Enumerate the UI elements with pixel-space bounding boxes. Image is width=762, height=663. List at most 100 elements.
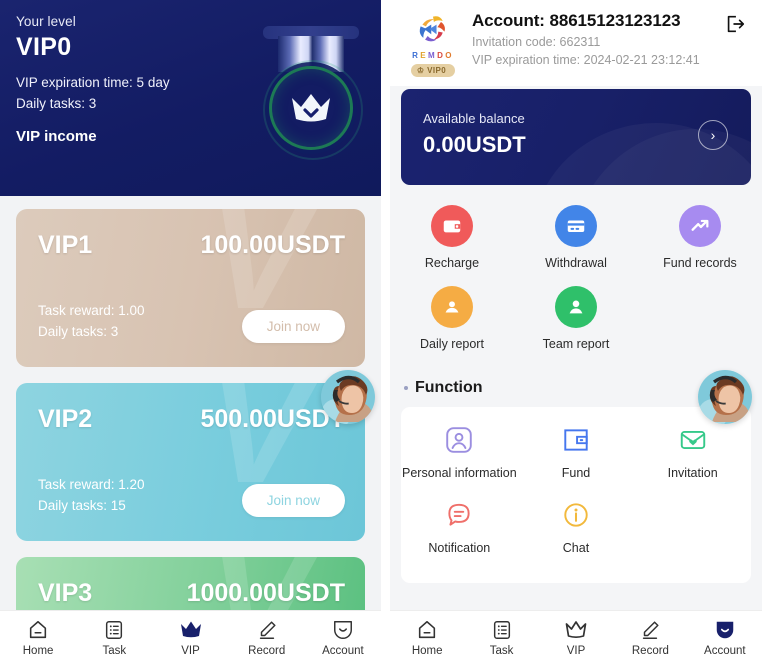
pen-record-icon xyxy=(229,618,305,642)
sidebar-item-label: Home xyxy=(411,644,443,657)
bank-card-icon xyxy=(554,205,597,247)
join-now-button[interactable]: Join now xyxy=(241,310,345,343)
customer-service-avatar[interactable] xyxy=(321,370,375,424)
remdo-swoosh-logo-icon xyxy=(419,16,445,42)
mail-heart-icon xyxy=(634,423,751,457)
wallet-outline-icon xyxy=(518,423,635,457)
function-grid: Personal information Fund Invitation Not… xyxy=(401,423,751,573)
sidebar-item-record[interactable]: Record xyxy=(613,618,687,657)
inbox-person-icon xyxy=(430,286,473,328)
vip-card-tasks: Daily tasks: 3 xyxy=(38,324,119,340)
quick-action-withdrawal[interactable]: Withdrawal xyxy=(514,205,638,270)
crown-badge-icon: ♔ xyxy=(416,66,425,75)
home-icon xyxy=(0,618,76,642)
sidebar-item-vip[interactable]: VIP xyxy=(539,618,613,657)
vip-card-name: VIP1 xyxy=(38,231,93,259)
sidebar-item-home[interactable]: Home xyxy=(390,618,464,657)
function-item-chat[interactable]: Chat xyxy=(518,498,635,557)
sidebar-item-account[interactable]: Account xyxy=(688,618,762,657)
function-item-label: Personal information xyxy=(402,466,517,480)
sidebar-item-home[interactable]: Home xyxy=(0,618,76,657)
brand-block: REMDO ♔ VIP0 xyxy=(402,9,464,78)
function-item-personal-information[interactable]: Personal information xyxy=(401,423,518,482)
status-badge: ♔ VIP0 xyxy=(410,64,456,77)
crown-icon xyxy=(539,618,613,642)
vip-card-price: 1000.00USDT xyxy=(186,579,345,607)
bullet-dot-icon xyxy=(404,386,408,390)
account-icon xyxy=(688,618,762,642)
quick-action-label: Fund records xyxy=(663,256,737,270)
invitation-code-text: Invitation code: 662311 xyxy=(472,35,601,49)
sidebar-item-vip[interactable]: VIP xyxy=(152,618,228,657)
sidebar-item-label: Account xyxy=(704,644,746,657)
bottom-nav-right: Home Task VIP Record Account xyxy=(390,610,762,663)
bottom-nav-left: Home Task VIP Record Account xyxy=(0,610,381,663)
customer-service-avatar[interactable] xyxy=(698,370,752,424)
available-balance-card[interactable]: Available balance 0.00USDT › xyxy=(401,89,751,185)
join-now-button[interactable]: Join now xyxy=(241,484,345,517)
vip-card-reward: Task reward: 1.00 xyxy=(38,303,145,319)
quick-action-label: Team report xyxy=(542,337,610,351)
quick-action-label: Withdrawal xyxy=(545,256,607,270)
page-title: Account: 88615123123123 xyxy=(472,11,681,30)
function-item-invitation[interactable]: Invitation xyxy=(634,423,751,482)
quick-action-label: Daily report xyxy=(420,337,484,351)
function-item-label: Invitation xyxy=(667,466,718,480)
sidebar-item-label: Task xyxy=(102,644,127,657)
vip-card-reward: Task reward: 1.20 xyxy=(38,477,145,493)
quick-action-daily-report[interactable]: Daily report xyxy=(390,286,514,351)
bubble-notice-icon xyxy=(401,498,518,532)
account-info: Account: 88615123123123 Invitation code:… xyxy=(464,9,724,67)
chevron-right-icon[interactable]: › xyxy=(698,120,728,150)
brand-name: REMDO xyxy=(412,51,454,60)
quick-action-team-report[interactable]: Team report xyxy=(514,286,638,351)
function-item-label: Fund xyxy=(561,466,591,480)
task-list-icon xyxy=(76,618,152,642)
medal-ring xyxy=(263,60,363,160)
function-item-label: Notification xyxy=(428,540,491,555)
sidebar-item-label: Account xyxy=(322,644,364,657)
team-person-icon xyxy=(554,286,597,328)
vip-cards-list: V VIP1 100.00USDT Task reward: 1.00 Dail… xyxy=(0,196,381,663)
vip-level-header: Your level VIP0 VIP expiration time: 5 d… xyxy=(0,0,381,196)
vip-medal-crown-icon xyxy=(259,22,363,172)
user-outline-icon xyxy=(401,423,518,457)
vip-card-1[interactable]: V VIP1 100.00USDT Task reward: 1.00 Dail… xyxy=(16,209,365,367)
vip-card-meta: Task reward: 1.00 Daily tasks: 3 xyxy=(38,301,145,343)
function-title: Function xyxy=(415,379,483,396)
sidebar-item-label: VIP xyxy=(181,644,200,657)
sidebar-item-label: Record xyxy=(631,644,669,657)
function-item-fund[interactable]: Fund xyxy=(518,423,635,482)
sidebar-item-label: Record xyxy=(248,644,286,657)
sidebar-item-label: Task xyxy=(489,644,514,657)
brand-badge-label: VIP0 xyxy=(427,66,447,75)
function-item-label: Chat xyxy=(562,540,590,555)
quick-action-label: Recharge xyxy=(424,256,480,270)
vip-card-name: VIP2 xyxy=(38,405,93,433)
vip-card-2[interactable]: V VIP2 500.00USDT Task reward: 1.20 Dail… xyxy=(16,383,365,541)
vip-card-name: VIP3 xyxy=(38,579,93,607)
sidebar-item-task[interactable]: Task xyxy=(76,618,152,657)
sidebar-item-label: VIP xyxy=(566,644,586,657)
function-item-notification[interactable]: Notification xyxy=(401,498,518,557)
vip-page-panel: Your level VIP0 VIP expiration time: 5 d… xyxy=(0,0,381,663)
vip-card-price: 100.00USDT xyxy=(200,231,345,259)
quick-action-fund-records[interactable]: Fund records xyxy=(638,205,762,270)
task-list-icon xyxy=(464,618,538,642)
quick-action-recharge[interactable]: Recharge xyxy=(390,205,514,270)
pen-record-icon xyxy=(613,618,687,642)
sidebar-item-task[interactable]: Task xyxy=(464,618,538,657)
vip-expiration-text: VIP expiration time: 2024-02-21 23:12:41 xyxy=(472,53,700,67)
account-icon xyxy=(305,618,381,642)
logout-icon[interactable] xyxy=(724,9,748,40)
sidebar-item-record[interactable]: Record xyxy=(229,618,305,657)
crown-glyph xyxy=(292,94,330,122)
account-page-panel: REMDO ♔ VIP0 Account: 88615123123123 Inv… xyxy=(390,0,762,663)
trending-up-icon xyxy=(678,205,721,247)
info-circle-icon xyxy=(518,498,635,532)
home-icon xyxy=(390,618,464,642)
wallet-icon xyxy=(430,205,473,247)
vip-card-meta: Task reward: 1.20 Daily tasks: 15 xyxy=(38,475,145,517)
vip-card-tasks: Daily tasks: 15 xyxy=(38,498,126,514)
sidebar-item-account[interactable]: Account xyxy=(305,618,381,657)
